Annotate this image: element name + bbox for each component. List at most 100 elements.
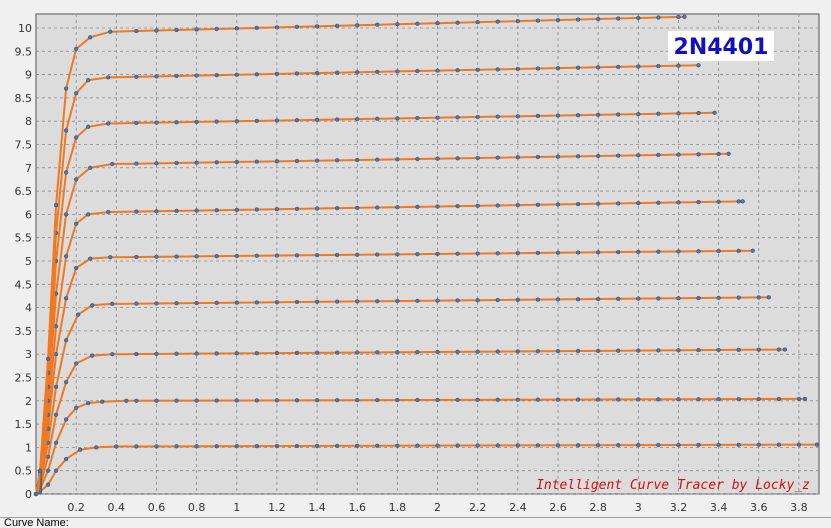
data-point (74, 177, 79, 182)
data-point (596, 443, 601, 448)
data-point (214, 254, 219, 259)
y-tick-label: 7 (25, 162, 32, 175)
data-point (254, 398, 259, 403)
data-point (274, 71, 280, 77)
data-point (555, 202, 561, 207)
data-point (814, 442, 820, 447)
data-point (53, 468, 59, 473)
data-point (475, 67, 480, 72)
data-point (435, 443, 440, 448)
data-point (716, 347, 721, 353)
data-point (395, 252, 400, 257)
data-point (575, 397, 581, 402)
data-point (726, 151, 731, 156)
data-point (294, 206, 300, 212)
x-tick-label: 2.4 (509, 501, 527, 514)
data-point (74, 265, 79, 271)
data-point (154, 398, 159, 403)
data-point (134, 351, 139, 357)
data-point (575, 113, 581, 118)
data-point (535, 349, 541, 354)
data-point (174, 208, 179, 214)
data-point (575, 297, 581, 302)
data-point (254, 443, 259, 449)
x-tick-label: 2.8 (589, 501, 607, 514)
data-point (676, 63, 681, 68)
data-point (375, 443, 380, 448)
data-point (415, 443, 420, 448)
data-point (74, 91, 79, 96)
data-point (76, 312, 81, 317)
data-point (63, 254, 69, 259)
data-point (194, 119, 199, 125)
data-point (676, 442, 681, 448)
data-point (596, 250, 601, 255)
data-point (395, 443, 400, 448)
data-point (254, 207, 259, 212)
data-point (194, 254, 199, 259)
data-point (636, 64, 641, 69)
data-point (63, 170, 69, 175)
data-point (395, 69, 400, 74)
data-point (134, 161, 139, 166)
data-point (435, 156, 440, 161)
data-point (656, 397, 661, 402)
data-point (555, 65, 561, 71)
data-point (415, 204, 420, 209)
data-point (234, 443, 239, 449)
curve-name-label: Curve Name: (4, 517, 69, 528)
data-point (274, 118, 280, 123)
y-tick-label: 2.5 (15, 371, 33, 384)
data-point (234, 159, 239, 165)
data-point (90, 353, 95, 358)
data-point (355, 205, 360, 211)
curve-tracer-chart: 0.2 0.4 0.6 0.8 1 1.2 1.4 1.6 1.8 2 2.2 2.4 2.6 2.8 3 3… (0, 0, 831, 528)
data-point (214, 208, 219, 213)
data-point (495, 443, 500, 448)
data-point (656, 152, 661, 158)
data-point (495, 203, 500, 208)
data-point (475, 349, 480, 354)
data-point (736, 295, 741, 300)
data-point (756, 442, 761, 447)
data-point (756, 396, 761, 402)
data-point (194, 300, 199, 306)
data-point (676, 200, 681, 205)
data-point (435, 115, 440, 120)
data-point (37, 468, 43, 473)
data-point (294, 443, 300, 449)
data-point (656, 111, 661, 116)
data-point (515, 297, 520, 302)
data-point (274, 443, 280, 449)
data-point (716, 295, 721, 300)
data-point (475, 397, 480, 402)
data-point (234, 351, 239, 356)
data-point (194, 160, 199, 165)
y-tick-labels: 0 0.5 1 1.5 2 2.5 3 3.5 4 4.5 5 5.5 6 6.5 7 7.5 8 8.5 9 9.5… (15, 22, 33, 501)
data-point (736, 199, 741, 204)
data-point (575, 154, 581, 159)
data-point (154, 444, 159, 449)
x-tick-label: 0.4 (108, 501, 126, 514)
data-point (515, 443, 520, 448)
data-point (415, 298, 420, 303)
data-point (395, 116, 400, 121)
data-point (214, 160, 219, 165)
data-point (45, 454, 51, 459)
x-tick-labels: 0.2 0.4 0.6 0.8 1 1.2 1.4 1.6 1.8 2 2.2 2.4 2.6 2.8 3 3… (67, 501, 807, 514)
data-point (335, 23, 340, 28)
data-point (274, 253, 280, 258)
y-tick-label: 6.5 (15, 185, 33, 198)
data-point (110, 161, 115, 167)
data-point (716, 442, 721, 448)
x-tick-label: 1 (233, 501, 240, 514)
data-point (696, 249, 701, 254)
data-point (214, 300, 219, 305)
data-point (335, 70, 340, 75)
data-point (736, 248, 741, 254)
data-point (475, 203, 480, 208)
data-point (782, 347, 788, 352)
y-tick-label: 3.5 (15, 325, 33, 338)
data-point (535, 250, 541, 256)
data-point (174, 254, 179, 259)
